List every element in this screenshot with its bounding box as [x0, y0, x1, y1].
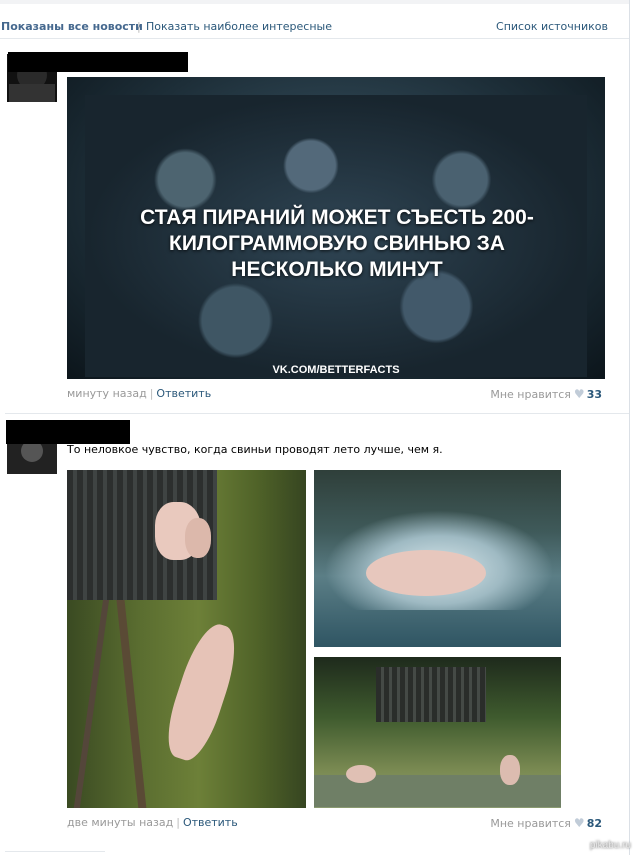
like-label: Мне нравится — [490, 388, 571, 401]
post-2-photo-1[interactable] — [67, 470, 306, 808]
photo-decoration — [185, 518, 211, 558]
like-label: Мне нравится — [490, 817, 571, 830]
filter-all-news[interactable]: Показаны все новости — [1, 18, 143, 36]
post-1-author-redacted — [8, 52, 188, 72]
post-2-like-button[interactable]: Мне нравится ♥ 82 — [490, 815, 602, 831]
photo-decoration — [366, 550, 486, 596]
post-1-time[interactable]: минуту назад — [67, 387, 147, 400]
heart-icon: ♥ — [573, 387, 585, 401]
post-1-like-count: 33 — [586, 388, 602, 401]
post-2-reply-link[interactable]: Ответить — [183, 816, 238, 829]
photo-decoration — [500, 755, 520, 785]
feed-border — [629, 0, 630, 855]
photo-decoration — [158, 618, 246, 766]
divider — [5, 413, 629, 414]
sources-list-link[interactable]: Список источников — [496, 18, 608, 36]
news-filter-bar: Показаны все новости | Показать наиболее… — [0, 18, 629, 36]
post-1-reply-link[interactable]: Ответить — [156, 387, 211, 400]
divider — [0, 38, 629, 39]
meta-separator: | — [149, 387, 154, 400]
post-2-time[interactable]: две минуты назад — [67, 816, 173, 829]
photo-decoration — [346, 765, 376, 783]
post-1-image[interactable]: СТАЯ ПИРАНИЙ МОЖЕТ СЪЕСТЬ 200-КИЛОГРАММО… — [67, 77, 605, 379]
post-2-author-redacted — [6, 420, 130, 444]
heart-icon: ♥ — [573, 816, 585, 830]
post-2-photo-2[interactable] — [314, 470, 561, 647]
pikabu-watermark: pikabu.ru — [589, 840, 631, 851]
filter-separator: | — [137, 20, 141, 33]
post-1-image-watermark: VK.COM/BETTERFACTS — [272, 364, 400, 376]
post-2-photo-3[interactable] — [314, 657, 561, 808]
post-1-like-button[interactable]: Мне нравится ♥ 33 — [490, 386, 602, 402]
post-2-meta: две минуты назад | Ответить — [67, 815, 238, 831]
post-1-image-caption: СТАЯ ПИРАНИЙ МОЖЕТ СЪЕСТЬ 200-КИЛОГРАММО… — [140, 206, 534, 281]
post-2-like-count: 82 — [586, 817, 602, 830]
top-strip — [0, 0, 629, 4]
filter-most-interesting[interactable]: Показать наиболее интересные — [146, 18, 332, 36]
divider — [5, 851, 105, 852]
photo-decoration — [73, 590, 111, 808]
photo-decoration — [376, 667, 486, 722]
meta-separator: | — [176, 816, 180, 829]
post-2-text: То неловкое чувство, когда свиньи провод… — [67, 443, 443, 456]
photo-decoration — [115, 590, 147, 808]
post-1-meta: минуту назад | Ответить — [67, 386, 211, 402]
